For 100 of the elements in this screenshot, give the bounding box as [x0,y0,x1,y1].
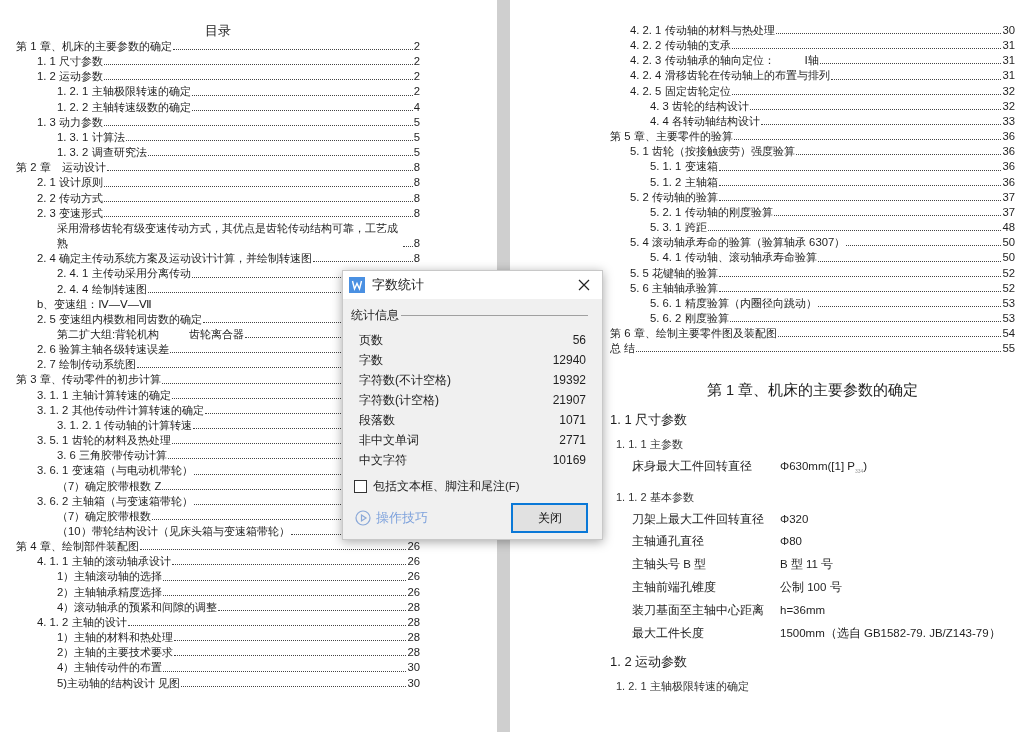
subsection-heading: 1. 1. 2 基本参数 [615,489,695,505]
section-heading: 1. 1 尺寸参数 [610,411,689,430]
toc-entry: 总 结 [610,341,636,357]
toc-entry: 3. 1. 1 主轴计算转速的确定 [37,387,171,403]
page-number: 30 [407,675,420,691]
toc-entry: 1. 3 动力参数 [37,114,103,130]
toc-entry: 5. 4. 1 传动轴、滚动轴承寿命验算 [650,250,817,266]
page-number: 2 [413,54,420,70]
toc-entry: 2）主轴的主要技术要求 [57,645,174,661]
toc-entry: 1. 2. 1 主轴极限转速的确定 [57,84,191,100]
page-number: 8 [413,205,420,221]
page-number: 28 [407,614,420,630]
page-number: 55 [1002,341,1015,357]
toc-entry: 1. 3. 2 调查研究法 [57,145,147,161]
toc-entry: 2. 2 传动方式 [37,190,103,206]
parameter-value: 1500mm（选自 GB1582-79. JB/Z143-79） [780,625,1001,641]
page-number: 30 [1002,23,1015,38]
toc-entry: 齿轮离合器 [189,326,245,342]
stat-label: 非中文单词 [359,432,419,449]
toc-entry: 5. 1. 2 主轴箱 [650,174,718,190]
stat-value: 21907 [552,392,586,409]
page-number: 37 [1002,189,1015,205]
checkbox-label: 包括文本框、脚注和尾注(F) [373,479,520,494]
toc-entry: 第 2 章 运动设计 [16,160,106,176]
parameter-value: Φ630mm([1] P$_{334}$) [780,459,868,477]
section-heading: 1. 2 运动参数 [610,653,689,672]
stat-label: 中文字符 [359,452,407,469]
stat-label: 字数 [359,352,383,369]
page-number: 26 [407,539,420,555]
parameter-name: 刀架上最大工件回转直径 [632,511,765,527]
toc-entry: 第 4 章、绘制部件装配图 [16,539,139,555]
toc-entry: 1. 2 运动参数 [37,69,103,85]
toc-entry: 5. 6. 2 刚度验算 [650,310,729,326]
toc-entry: 4. 2. 3 传动轴承的轴向定位： [630,53,775,69]
chapter-heading: 第 1 章、机床的主要参数的确定 [705,381,920,401]
stat-value: 1071 [559,412,586,429]
toc-entry: 2. 7 绘制传动系统图 [37,357,136,373]
toc-entry: 5. 2. 1 传动轴的刚度验算 [650,204,773,220]
stat-value: 12940 [552,352,586,369]
toc-entry: 第 3 章、传动零件的初步计算 [16,372,161,388]
toc-entry: 4）主轴传动件的布置 [57,660,163,676]
page-number: 52 [1002,265,1015,281]
toc-entry: 1）主轴的材料和热处理 [57,630,174,646]
toc-entry: 5. 2 传动轴的验算 [630,189,718,205]
toc-entry: 第 6 章、绘制主要零件图及装配图 [610,326,777,342]
toc-entry: 5. 3. 1 跨距 [650,220,707,236]
page-number: 5 [413,114,420,130]
page-number: 2 [413,39,420,54]
page-number: 31 [1002,53,1015,69]
toc-entry: 5)主动轴的结构设计 见图 [57,675,181,691]
toc-entry: b、变速组：Ⅳ—Ⅴ—Ⅶ [37,296,152,312]
parameter-value: Φ80 [780,534,802,550]
parameter-name: 主轴前端孔锥度 [632,579,717,595]
stat-label: 字符数(不计空格) [359,372,451,389]
play-circle-icon [355,510,371,526]
page-number: 50 [1002,250,1015,266]
toc-entry: 4. 2. 5 固定齿轮定位 [630,83,731,99]
toc-entry: 2. 4. 4 绘制转速图 [57,281,147,297]
stat-label: 段落数 [359,412,395,429]
page-number: 52 [1002,280,1015,296]
toc-entry: 4. 1. 1 主轴的滚动轴承设计 [37,554,171,570]
page-number: 31 [1002,38,1015,54]
toc-entry: 2. 1 设计原则 [37,175,103,191]
checkbox[interactable] [354,480,367,493]
toc-entry: 采用滑移齿轮有级变速传动方式，其优点是齿轮传动结构可靠，工艺成熟 [57,220,399,252]
page-number: 2 [413,69,420,85]
subsection-heading: 1. 1. 1 主参数 [615,437,684,453]
toc-entry: 2. 5 变速组内模数相同齿数的确定 [37,311,202,327]
toc-entry: 1. 2. 2 主轴转速级数的确定 [57,99,191,115]
close-button[interactable]: 关闭 [511,503,588,533]
toc-entry: 2. 4. 1 主传动采用分离传动 [57,266,191,282]
app-icon [349,277,365,293]
close-icon[interactable] [576,277,592,293]
page-number: 26 [407,584,420,600]
toc-entry: 5. 6. 1 精度验算（内圈径向跳动） [650,295,817,311]
parameter-name: 装刀基面至主轴中心距离 [632,602,765,618]
parameter-name: 最大工件长度 [632,625,705,641]
page-number: 54 [1002,326,1015,342]
toc-entry: 第二扩大组:背轮机构 [57,326,160,342]
parameter-value: 公制 100 号 [780,579,842,595]
page-number: 8 [413,175,420,191]
parameter-value: h=36mm [780,602,826,618]
toc-entry: 3. 1. 2. 1 传动轴的计算转速 [57,417,193,433]
page-number: 53 [1002,295,1015,311]
toc-entry: 1. 1 尺寸参数 [37,54,103,70]
toc-entry: 3. 6. 1 变速箱（与电动机带轮） [37,463,193,479]
toc-entry: 2. 4 确定主传动系统方案及运动设计计算，并绘制转速图 [37,251,312,267]
page-number: 33 [1002,113,1015,129]
page-number: 5 [413,129,420,145]
page-number: 8 [413,190,420,206]
page-number: 50 [1002,235,1015,251]
page-number: 48 [1002,220,1015,236]
toc-entry: 3. 5. 1 齿轮的材料及热处理 [37,433,171,449]
toc-entry: 2. 6 验算主轴各级转速误差 [37,342,169,358]
toc-entry: （7）确定胶带根数 [57,508,152,524]
toc-entry: 第 5 章、主要零件的验算 [610,129,733,145]
page-number: 36 [1002,129,1015,145]
group-label: 统计信息 [351,307,399,324]
toc-entry: 5. 1. 1 变速箱 [650,159,718,175]
subsection-heading: 1. 2. 1 主轴极限转速的确定 [615,679,750,695]
